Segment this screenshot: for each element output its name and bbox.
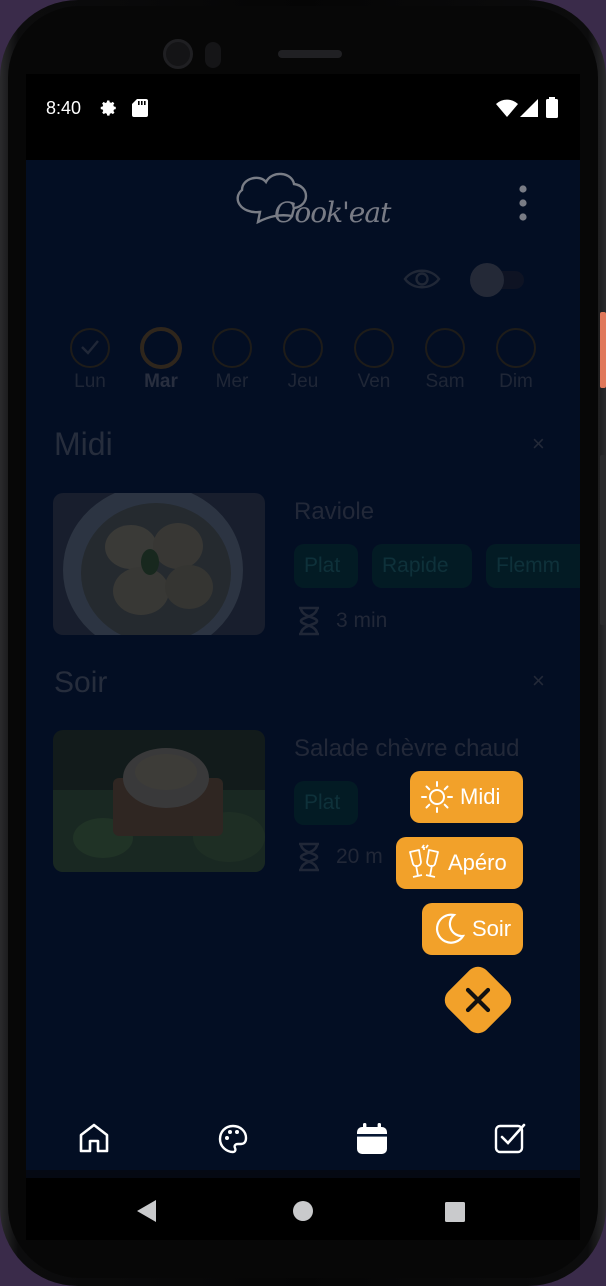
close-icon	[451, 973, 505, 1027]
fab-label-midi: Midi	[460, 784, 501, 809]
screen: 8:40 Cook'eat Lun Mar Mer Jeu Ven Sam Di…	[26, 74, 580, 1240]
home-circle-icon[interactable]	[292, 1200, 314, 1222]
power-button	[600, 312, 606, 388]
recents-icon[interactable]	[444, 1201, 466, 1223]
cheers-icon	[409, 844, 439, 878]
sun-icon	[421, 781, 453, 813]
system-navigation-bar	[26, 1178, 580, 1240]
volume-button	[600, 455, 606, 625]
fab-label-apero: Apéro	[448, 850, 507, 875]
earpiece-speaker	[278, 50, 342, 58]
home-icon[interactable]	[78, 1122, 110, 1154]
fab-label-soir: Soir	[472, 916, 512, 941]
close-fab-button[interactable]	[439, 961, 517, 1039]
bottom-navigation	[26, 1104, 580, 1170]
moon-icon	[435, 913, 466, 944]
add-midi-button[interactable]: Midi	[410, 771, 523, 823]
status-time: 8:40	[46, 98, 82, 118]
sd-card-icon	[132, 99, 148, 117]
wifi-icon	[496, 99, 518, 117]
camera-sensor	[205, 42, 221, 68]
status-bar: 8:40	[26, 74, 580, 160]
back-icon[interactable]	[136, 1200, 158, 1222]
calendar-icon[interactable]	[355, 1122, 389, 1156]
cell-signal-icon	[520, 99, 538, 117]
palette-icon[interactable]	[218, 1124, 248, 1154]
settings-icon	[100, 100, 116, 116]
front-camera	[163, 39, 193, 69]
add-apero-button[interactable]: Apéro	[396, 837, 523, 889]
phone-frame: 8:40 Cook'eat Lun Mar Mer Jeu Ven Sam Di…	[0, 0, 606, 1286]
battery-icon	[546, 97, 558, 118]
checkbox-icon[interactable]	[494, 1122, 526, 1154]
add-soir-button[interactable]: Soir	[422, 903, 523, 955]
